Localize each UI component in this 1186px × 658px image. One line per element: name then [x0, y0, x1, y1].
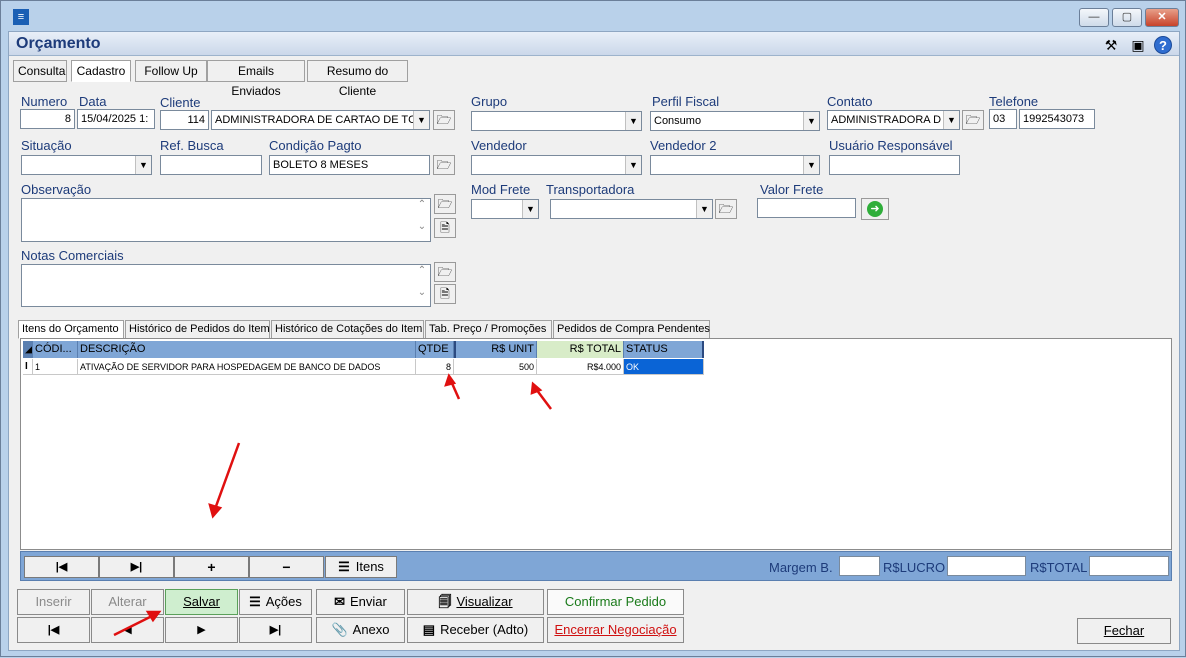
arrow-to-add-button	[213, 442, 241, 510]
arrowhead	[444, 373, 457, 387]
arrowhead	[208, 503, 223, 519]
arrow-to-salvar	[113, 613, 155, 637]
annotation-arrows	[113, 373, 552, 637]
arrowhead	[530, 381, 543, 395]
arrowhead	[145, 610, 162, 623]
arrow-to-unit	[535, 388, 552, 410]
application-window: ≡ — ▢ ✕ Orçamento ⚒ ▣ ? Consulta Cadastr…	[0, 0, 1186, 657]
